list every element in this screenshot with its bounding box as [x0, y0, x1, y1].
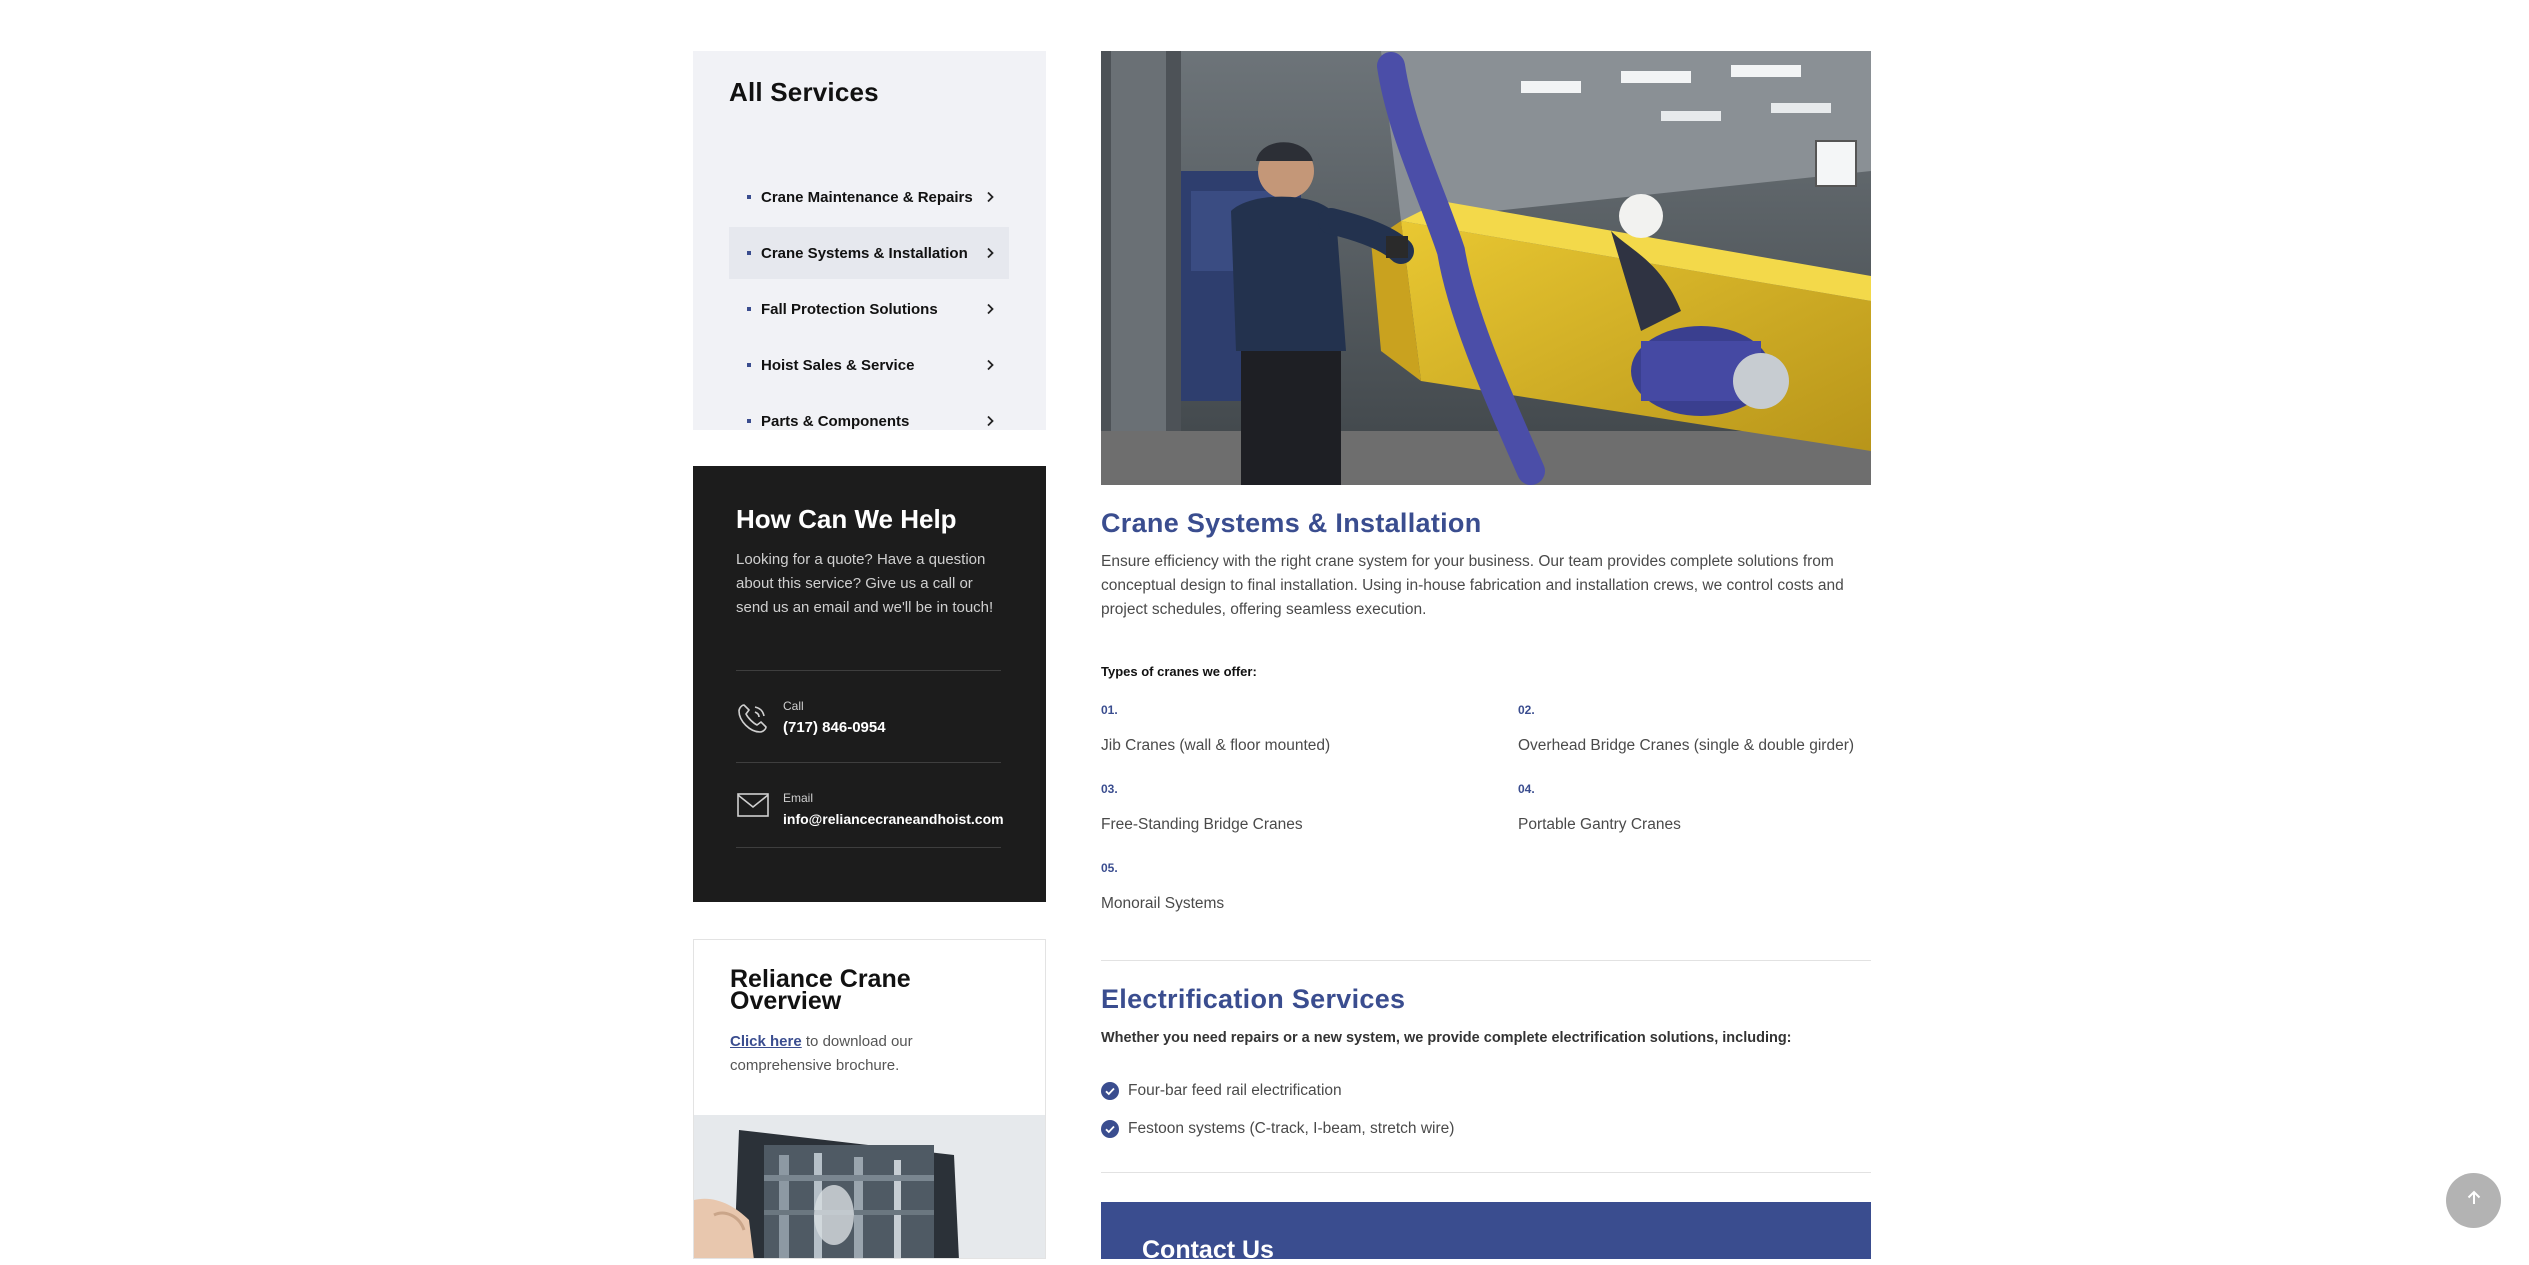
- chevron-right-icon: [979, 242, 1001, 264]
- crane-systems-description: Ensure efficiency with the right crane s…: [1101, 553, 1844, 618]
- chevron-right-icon: [979, 354, 1001, 376]
- type-label: Monorail Systems: [1101, 895, 1225, 912]
- sidebar-item-label: Crane Systems & Installation: [761, 244, 968, 262]
- chevron-right-icon: [979, 410, 1001, 432]
- section-title-crane-systems: Crane Systems & Installation: [1101, 508, 1482, 538]
- sidebar-item-crane-maintenance[interactable]: Crane Maintenance & Repairs: [729, 171, 1009, 223]
- contact-section: Contact Us: [1101, 1202, 1871, 1264]
- divider: [736, 762, 1001, 763]
- brochure-image: [694, 1115, 1045, 1258]
- list-item: Festoon systems (C-track, I-beam, stretc…: [1101, 1120, 1454, 1138]
- overview-title: Reliance Crane Overview: [730, 965, 911, 1015]
- sidebar-item-label: Hoist Sales & Service: [761, 356, 915, 374]
- divider: [736, 670, 1001, 671]
- email-link[interactable]: info@reliancecraneandhoist.com: [783, 811, 1004, 827]
- check-circle-icon: [1101, 1082, 1119, 1100]
- phone-link[interactable]: (717) 846-0954: [783, 719, 886, 736]
- email-icon: [736, 788, 770, 822]
- types-title: Types of cranes we offer:: [1101, 664, 1257, 679]
- divider: [1101, 1172, 1871, 1173]
- chevron-right-icon: [979, 298, 1001, 320]
- sidebar-item-hoist-sales[interactable]: Hoist Sales & Service: [729, 339, 1009, 391]
- sidebar-item-label: Crane Maintenance & Repairs: [761, 188, 973, 206]
- arrow-up-icon: [2464, 1188, 2484, 1213]
- type-label: Jib Cranes (wall & floor mounted): [1101, 737, 1331, 754]
- bullet-icon: [747, 195, 751, 199]
- help-title: How Can We Help: [736, 504, 957, 534]
- type-label: Free-Standing Bridge Cranes: [1101, 816, 1303, 833]
- sidebar-item-crane-systems[interactable]: Crane Systems & Installation: [729, 227, 1009, 279]
- brochure-download-link[interactable]: Click here: [730, 1033, 802, 1050]
- all-services-title: All Services: [729, 77, 879, 107]
- call-label: Call: [783, 699, 804, 713]
- list-item: Four-bar feed rail electrification: [1101, 1082, 1342, 1100]
- overview-text: Click here to download our comprehensive…: [730, 1030, 990, 1078]
- type-number: 05.: [1101, 861, 1118, 875]
- type-number: 01.: [1101, 703, 1118, 717]
- phone-icon: [736, 701, 770, 735]
- section-title-electrification: Electrification Services: [1101, 984, 1406, 1014]
- list-item-label: Four-bar feed rail electrification: [1128, 1082, 1342, 1099]
- email-label: Email: [783, 791, 814, 805]
- sidebar-item-fall-protection[interactable]: Fall Protection Solutions: [729, 283, 1009, 335]
- type-number: 03.: [1101, 782, 1118, 796]
- type-number: 02.: [1518, 703, 1535, 717]
- type-number: 04.: [1518, 782, 1535, 796]
- all-services-panel: All Services Crane Maintenance & Repairs…: [693, 51, 1046, 430]
- check-circle-icon: [1101, 1120, 1119, 1138]
- help-panel: How Can We Help Looking for a quote? Hav…: [693, 466, 1046, 902]
- electrification-lead: Whether you need repairs or a new system…: [1101, 1030, 1792, 1046]
- sidebar-item-label: Parts & Components: [761, 412, 910, 430]
- chevron-right-icon: [979, 186, 1001, 208]
- bullet-icon: [747, 251, 751, 255]
- list-item-label: Festoon systems (C-track, I-beam, stretc…: [1128, 1120, 1455, 1137]
- overview-panel: Reliance Crane Overview Click here to do…: [693, 939, 1046, 1259]
- help-text: Looking for a quote? Have a question abo…: [736, 551, 994, 616]
- sidebar-item-parts-components[interactable]: Parts & Components: [729, 395, 1009, 447]
- bullet-icon: [747, 363, 751, 367]
- type-label: Overhead Bridge Cranes (single & double …: [1518, 737, 1855, 754]
- sidebar-item-label: Fall Protection Solutions: [761, 300, 938, 318]
- hero-image: [1101, 51, 1871, 485]
- type-label: Portable Gantry Cranes: [1518, 816, 1681, 833]
- bullet-icon: [747, 307, 751, 311]
- divider: [736, 847, 1001, 848]
- back-to-top-button[interactable]: [2446, 1173, 2501, 1228]
- divider: [1101, 960, 1871, 961]
- bullet-icon: [747, 419, 751, 423]
- contact-title: Contact Us: [1142, 1236, 1274, 1264]
